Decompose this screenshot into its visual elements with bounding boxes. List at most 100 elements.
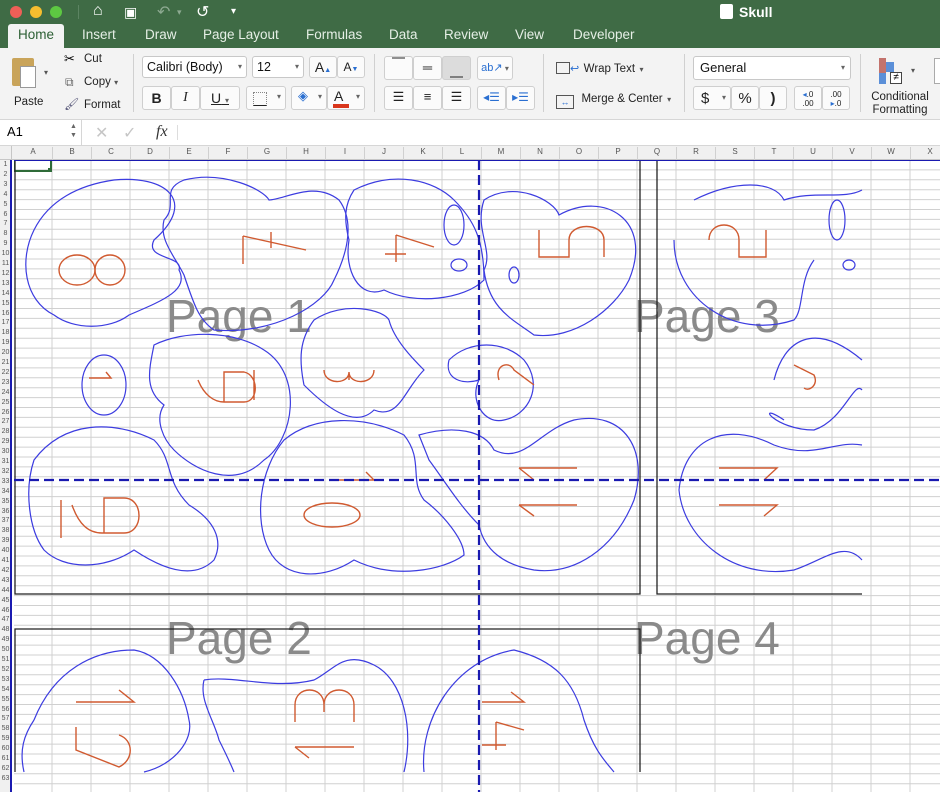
row-header-28[interactable]: 28 [0, 428, 11, 438]
column-header-i[interactable]: I [326, 147, 365, 160]
row-header-12[interactable]: 12 [0, 270, 11, 280]
column-header-b[interactable]: B [53, 147, 92, 160]
font-color-button[interactable]: A ▾ [327, 86, 365, 110]
row-header-62[interactable]: 62 [0, 765, 11, 775]
align-bottom-button[interactable]: ⎽ [442, 56, 471, 80]
decrease-indent-button[interactable]: ◂☰ [477, 86, 506, 110]
wrap-text-button[interactable]: ↩ Wrap Text ▾ [556, 59, 644, 77]
row-header-25[interactable]: 25 [0, 399, 11, 409]
column-header-d[interactable]: D [131, 147, 170, 160]
tab-page-layout[interactable]: Page Layout [203, 27, 279, 42]
row-header-17[interactable]: 17 [0, 319, 11, 329]
column-header-p[interactable]: P [599, 147, 638, 160]
increase-decimal-button[interactable]: ◂.0.00 [794, 86, 822, 110]
column-header-r[interactable]: R [677, 147, 716, 160]
row-header-14[interactable]: 14 [0, 290, 11, 300]
conditional-formatting-button[interactable]: ≠ ▾ Conditional Formatting [866, 54, 932, 116]
align-left-button[interactable]: ☰ [384, 86, 413, 110]
column-header-w[interactable]: W [872, 147, 911, 160]
format-as-table-button[interactable] [934, 58, 940, 84]
column-header-o[interactable]: O [560, 147, 599, 160]
tab-view[interactable]: View [515, 27, 544, 42]
align-right-button[interactable]: ☰ [442, 86, 471, 110]
comma-style-button[interactable]: ) [759, 86, 787, 110]
save-icon[interactable]: ▣ [124, 4, 137, 21]
row-header-4[interactable]: 4 [0, 191, 11, 201]
zoom-window-button[interactable] [50, 6, 62, 18]
row-header-53[interactable]: 53 [0, 676, 11, 686]
underline-button[interactable]: U ▾ [200, 86, 240, 110]
row-header-20[interactable]: 20 [0, 349, 11, 359]
row-header-27[interactable]: 27 [0, 418, 11, 428]
row-header-23[interactable]: 23 [0, 379, 11, 389]
row-header-54[interactable]: 54 [0, 686, 11, 696]
row-header-3[interactable]: 3 [0, 181, 11, 191]
column-header-l[interactable]: L [443, 147, 482, 160]
row-header-45[interactable]: 45 [0, 597, 11, 607]
row-header-1[interactable]: 1 [0, 161, 11, 171]
borders-button[interactable]: ▾ [246, 86, 286, 110]
increase-indent-button[interactable]: ▸☰ [506, 86, 535, 110]
column-header-h[interactable]: H [287, 147, 326, 160]
row-header-29[interactable]: 29 [0, 438, 11, 448]
redo-icon[interactable]: ↺ [196, 2, 209, 22]
row-header-16[interactable]: 16 [0, 310, 11, 320]
row-header-37[interactable]: 37 [0, 517, 11, 527]
increase-font-size-button[interactable]: A▲ [309, 56, 337, 78]
name-box[interactable]: A1 ▲ ▼ [0, 120, 82, 145]
row-header-48[interactable]: 48 [0, 626, 11, 636]
select-all-button[interactable] [0, 146, 12, 159]
column-header-c[interactable]: C [92, 147, 131, 160]
align-top-button[interactable]: ⎺ [384, 56, 413, 80]
row-header-59[interactable]: 59 [0, 735, 11, 745]
row-header-49[interactable]: 49 [0, 636, 11, 646]
home-icon[interactable]: ⌂ [93, 2, 103, 20]
row-header-5[interactable]: 5 [0, 201, 11, 211]
font-name-select[interactable]: Calibri (Body) ▾ [142, 56, 247, 78]
row-header-8[interactable]: 8 [0, 230, 11, 240]
tab-formulas[interactable]: Formulas [306, 27, 362, 42]
formula-input[interactable] [184, 123, 934, 142]
row-header-44[interactable]: 44 [0, 587, 11, 597]
row-header-52[interactable]: 52 [0, 666, 11, 676]
close-window-button[interactable] [10, 6, 22, 18]
row-header-18[interactable]: 18 [0, 329, 11, 339]
row-header-31[interactable]: 31 [0, 458, 11, 468]
row-header-55[interactable]: 55 [0, 696, 11, 706]
row-header-42[interactable]: 42 [0, 567, 11, 577]
row-header-41[interactable]: 41 [0, 557, 11, 567]
row-header-46[interactable]: 46 [0, 607, 11, 617]
row-header-38[interactable]: 38 [0, 527, 11, 537]
column-header-t[interactable]: T [755, 147, 794, 160]
align-middle-button[interactable]: ═ [413, 56, 442, 80]
tab-developer[interactable]: Developer [573, 27, 635, 42]
selected-cell-a1[interactable] [13, 159, 52, 172]
row-header-57[interactable]: 57 [0, 715, 11, 725]
row-header-63[interactable]: 63 [0, 775, 11, 785]
align-center-button[interactable]: ≡ [413, 86, 442, 110]
name-box-stepper-icon[interactable]: ▲ ▼ [70, 122, 77, 140]
column-header-x[interactable]: X [911, 147, 940, 160]
tab-data[interactable]: Data [389, 27, 418, 42]
row-header-35[interactable]: 35 [0, 498, 11, 508]
merge-center-button[interactable]: ↔ Merge & Center ▾ [556, 89, 671, 109]
row-header-6[interactable]: 6 [0, 211, 11, 221]
row-header-10[interactable]: 10 [0, 250, 11, 260]
column-header-a[interactable]: A [14, 147, 53, 160]
column-header-q[interactable]: Q [638, 147, 677, 160]
row-header-7[interactable]: 7 [0, 220, 11, 230]
row-header-15[interactable]: 15 [0, 300, 11, 310]
row-header-61[interactable]: 61 [0, 755, 11, 765]
column-header-j[interactable]: J [365, 147, 404, 160]
font-size-select[interactable]: 12 ▾ [252, 56, 304, 78]
row-header-47[interactable]: 47 [0, 616, 11, 626]
accounting-format-button[interactable]: $ ▾ [693, 86, 731, 110]
row-header-11[interactable]: 11 [0, 260, 11, 270]
percent-style-button[interactable]: % [731, 86, 759, 110]
row-header-32[interactable]: 32 [0, 468, 11, 478]
italic-button[interactable]: I [171, 86, 200, 110]
minimize-window-button[interactable] [30, 6, 42, 18]
column-header-f[interactable]: F [209, 147, 248, 160]
undo-dropdown-icon[interactable]: ▾ [177, 7, 182, 18]
row-header-36[interactable]: 36 [0, 508, 11, 518]
